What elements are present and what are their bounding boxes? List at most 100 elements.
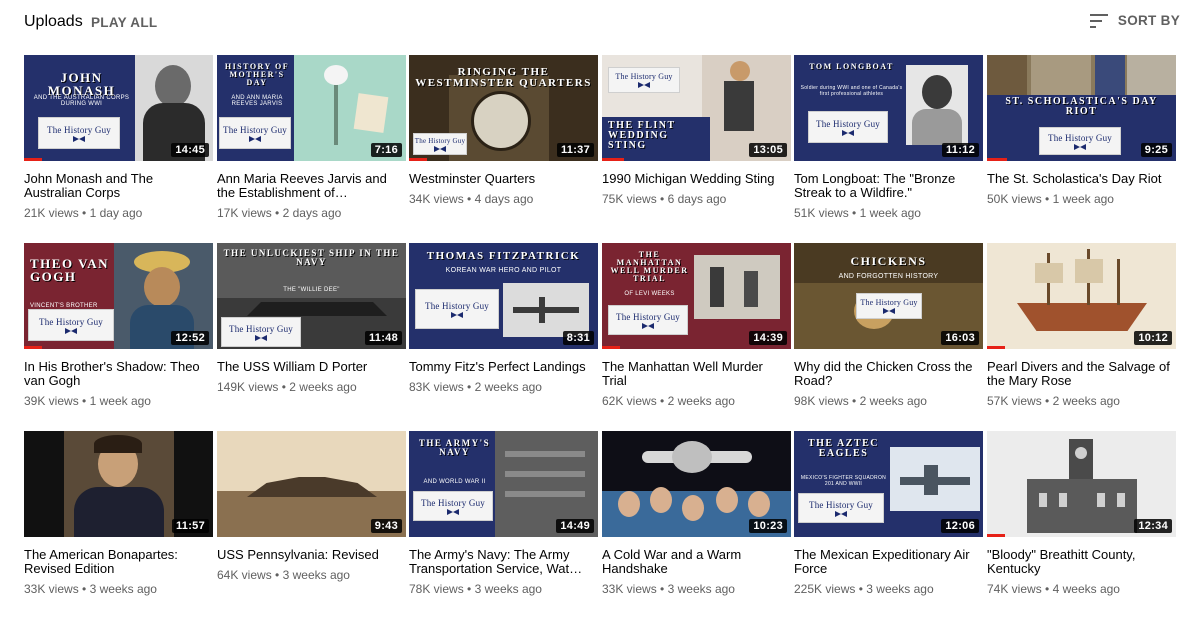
video-title[interactable]: "Bloody" Breathitt County, Kentucky	[987, 548, 1176, 576]
thumbnail-subtitle: Soldier during WWI and one of Canada's f…	[800, 85, 903, 97]
video-title[interactable]: The Army's Navy: The Army Transportation…	[409, 548, 598, 576]
duration-badge: 9:43	[370, 519, 402, 533]
video-thumbnail[interactable]: TOM LONGBOAT Soldier during WWI and one …	[794, 55, 983, 161]
engraving-image	[694, 255, 780, 319]
video-title[interactable]: 1990 Michigan Wedding Sting	[602, 172, 791, 186]
video-thumbnail[interactable]: THE UNLUCKIEST SHIP IN THE NAVY THE "WIL…	[217, 243, 406, 349]
upload-age: 1 week ago	[859, 206, 921, 220]
bowtie-icon	[835, 510, 847, 517]
video-card[interactable]: 11:57 The American Bonapartes: Revised E…	[24, 431, 213, 596]
view-count: 51K views	[794, 206, 849, 220]
video-card[interactable]: 10:12 Pearl Divers and the Salvage of th…	[987, 243, 1176, 408]
history-guy-logo: The History Guy	[28, 309, 114, 341]
bowtie-icon	[249, 135, 261, 142]
upload-age: 2 weeks ago	[859, 394, 927, 408]
video-title[interactable]: The USS William D Porter	[217, 360, 406, 374]
video-card[interactable]: CHICKENS AND FORGOTTEN HISTORY The Histo…	[794, 243, 983, 408]
thumbnail-title: THE ARMY'S NAVY	[418, 438, 491, 457]
bowtie-icon	[451, 311, 463, 318]
video-card[interactable]: THE UNLUCKIEST SHIP IN THE NAVY THE "WIL…	[217, 243, 406, 394]
watch-progress-bar	[602, 346, 620, 349]
video-thumbnail[interactable]: RINGING THE WESTMINSTER QUARTERS The His…	[409, 55, 598, 161]
bowtie-icon	[883, 308, 895, 314]
duration-badge: 11:37	[556, 143, 594, 157]
video-thumbnail[interactable]: 11:57	[24, 431, 213, 537]
video-card[interactable]: RINGING THE WESTMINSTER QUARTERS The His…	[409, 55, 598, 206]
video-card[interactable]: 9:43 USS Pennsylvania: Revised 64K views…	[217, 431, 406, 582]
video-thumbnail[interactable]: ST. SCHOLASTICA'S DAY RIOT The History G…	[987, 55, 1176, 161]
video-title[interactable]: A Cold War and a Warm Handshake	[602, 548, 791, 576]
uploads-header: Uploads PLAY ALL SORT BY	[0, 0, 1200, 44]
watch-progress-bar	[24, 158, 42, 161]
video-title[interactable]: Ann Maria Reeves Jarvis and the Establis…	[217, 172, 406, 200]
video-title[interactable]: John Monash and The Australian Corps	[24, 172, 213, 200]
video-title[interactable]: Tommy Fitz's Perfect Landings	[409, 360, 598, 374]
video-title[interactable]: Tom Longboat: The "Bronze Streak to a Wi…	[794, 172, 983, 200]
duration-badge: 7:16	[370, 143, 402, 157]
portrait-painting	[64, 431, 174, 537]
history-guy-logo: The History Guy	[608, 305, 688, 335]
ship-illustration	[1007, 249, 1157, 343]
video-thumbnail[interactable]: HISTORY OF MOTHER'S DAY AND ANN MARIA RE…	[217, 55, 406, 161]
view-count: 39K views	[24, 394, 79, 408]
history-guy-logo: The History Guy	[415, 289, 499, 329]
video-card[interactable]: THE MANHATTAN WELL MURDER TRIAL OF LEVI …	[602, 243, 791, 408]
video-card[interactable]: ST. SCHOLASTICA'S DAY RIOT The History G…	[987, 55, 1176, 206]
video-card[interactable]: 12:34 "Bloody" Breathitt County, Kentuck…	[987, 431, 1176, 596]
video-meta: 57K views • 2 weeks ago	[987, 394, 1176, 408]
watch-progress-bar	[24, 346, 42, 349]
video-thumbnail[interactable]: CHICKENS AND FORGOTTEN HISTORY The Histo…	[794, 243, 983, 349]
video-thumbnail[interactable]: THEO VAN GOGH VINCENT'S BROTHER The Hist…	[24, 243, 213, 349]
view-count: 78K views	[409, 582, 464, 596]
watch-progress-bar	[409, 158, 427, 161]
video-thumbnail[interactable]: 10:12	[987, 243, 1176, 349]
video-card[interactable]: 10:23 A Cold War and a Warm Handshake 33…	[602, 431, 791, 596]
video-title[interactable]: Why did the Chicken Cross the Road?	[794, 360, 983, 388]
video-card[interactable]: The History Guy THE FLINT WEDDING STING …	[602, 55, 791, 206]
video-card[interactable]: TOM LONGBOAT Soldier during WWI and one …	[794, 55, 983, 220]
video-title[interactable]: Pearl Divers and the Salvage of the Mary…	[987, 360, 1176, 388]
video-card[interactable]: THOMAS FITZPATRICK KOREAN WAR HERO AND P…	[409, 243, 598, 394]
video-card[interactable]: HISTORY OF MOTHER'S DAY AND ANN MARIA RE…	[217, 55, 406, 220]
video-title[interactable]: The Mexican Expeditionary Air Force	[794, 548, 983, 576]
video-card[interactable]: JOHN MONASH AND THE AUSTRALIAN CORPS DUR…	[24, 55, 213, 220]
thumbnail-title: THOMAS FITZPATRICK	[426, 250, 581, 262]
view-count: 64K views	[217, 568, 272, 582]
video-card[interactable]: THEO VAN GOGH VINCENT'S BROTHER The Hist…	[24, 243, 213, 408]
video-card[interactable]: THE ARMY'S NAVY AND WORLD WAR II The His…	[409, 431, 598, 596]
duration-badge: 8:31	[562, 331, 594, 345]
view-count: 33K views	[602, 582, 657, 596]
video-thumbnail[interactable]: The History Guy THE FLINT WEDDING STING …	[602, 55, 791, 161]
duration-badge: 9:25	[1140, 143, 1172, 157]
video-thumbnail[interactable]: JOHN MONASH AND THE AUSTRALIAN CORPS DUR…	[24, 55, 213, 161]
history-guy-logo: The History Guy	[413, 133, 467, 155]
sort-icon	[1089, 13, 1108, 28]
bowtie-icon	[434, 145, 446, 152]
video-thumbnail[interactable]: THE MANHATTAN WELL MURDER TRIAL OF LEVI …	[602, 243, 791, 349]
video-title[interactable]: In His Brother's Shadow: Theo van Gogh	[24, 360, 213, 388]
view-count: 83K views	[409, 380, 464, 394]
sort-by-button[interactable]: SORT BY	[1089, 13, 1180, 28]
video-title[interactable]: The American Bonapartes: Revised Edition	[24, 548, 213, 576]
thumbnail-subtitle: OF LEVI WEEKS	[624, 291, 675, 297]
video-thumbnail[interactable]: 12:34	[987, 431, 1176, 537]
separator: •	[275, 568, 280, 582]
upload-age: 2 weeks ago	[1052, 394, 1120, 408]
thumbnail-title: ST. SCHOLASTICA'S DAY RIOT	[1005, 96, 1158, 117]
video-title[interactable]: The St. Scholastica's Day Riot	[987, 172, 1176, 186]
video-thumbnail[interactable]: 10:23	[602, 431, 791, 537]
video-thumbnail[interactable]: THE ARMY'S NAVY AND WORLD WAR II The His…	[409, 431, 598, 537]
logo-text: The History Guy	[414, 136, 466, 145]
logo-text: The History Guy	[229, 323, 293, 334]
video-card[interactable]: THE AZTEC EAGLES MEXICO'S FIGHTER SQUADR…	[794, 431, 983, 596]
play-all-button[interactable]: PLAY ALL	[91, 15, 157, 30]
video-thumbnail[interactable]: 9:43	[217, 431, 406, 537]
thumbnail-title: THE FLINT WEDDING STING	[608, 120, 676, 151]
video-title[interactable]: Westminster Quarters	[409, 172, 598, 186]
view-count: 225K views	[794, 582, 856, 596]
video-thumbnail[interactable]: THOMAS FITZPATRICK KOREAN WAR HERO AND P…	[409, 243, 598, 349]
history-guy-logo: The History Guy	[221, 317, 301, 347]
video-title[interactable]: The Manhattan Well Murder Trial	[602, 360, 791, 388]
video-thumbnail[interactable]: THE AZTEC EAGLES MEXICO'S FIGHTER SQUADR…	[794, 431, 983, 537]
video-title[interactable]: USS Pennsylvania: Revised	[217, 548, 406, 562]
